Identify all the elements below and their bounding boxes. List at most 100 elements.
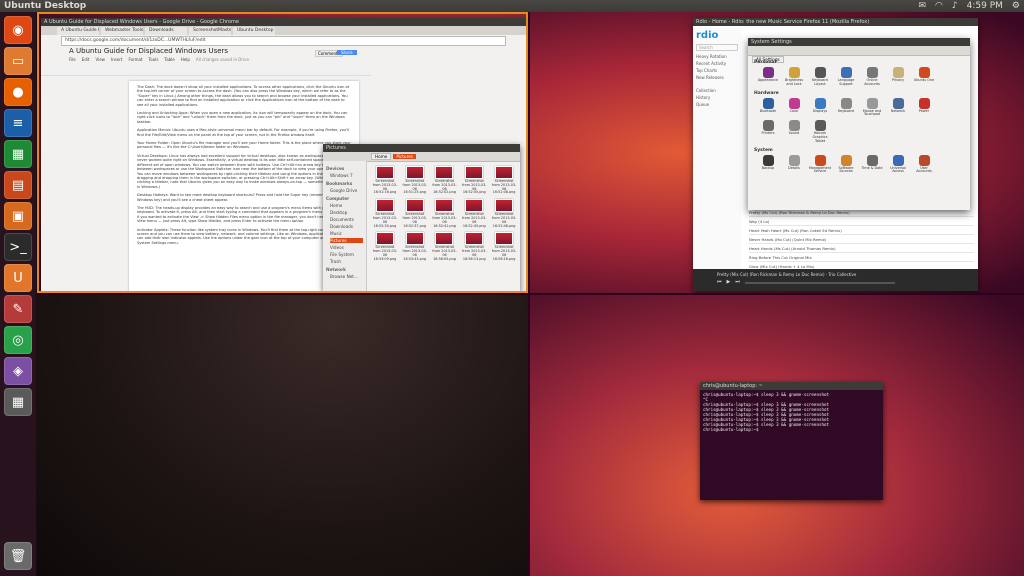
breadcrumb-pictures[interactable]: Pictures	[393, 154, 416, 159]
rdio-nav-item[interactable]: Heavy Rotation	[696, 54, 738, 59]
launcher-files-icon[interactable]: ▭	[4, 47, 32, 75]
file-item[interactable]: Screenshot from 2013-03-06 16:56:05.png	[431, 232, 459, 261]
launcher-ubuntu-one-icon[interactable]: U	[4, 264, 32, 292]
next-icon[interactable]: ⏭	[735, 279, 740, 285]
clock[interactable]: 4:59 PM	[967, 0, 1003, 12]
trash-icon[interactable]: 🗑	[4, 542, 32, 570]
track-row[interactable]: Never Hands (Mo Cut) (Quint Mix Remix)	[749, 235, 974, 244]
sidebar-item-file-system[interactable]: File System	[330, 252, 363, 257]
file-item[interactable]: Screenshot from 2013-03-06 16:53:43.png	[401, 232, 429, 261]
sidebar-item-browse-network[interactable]: Browse Net...	[330, 274, 363, 279]
launcher-libreoffice-calc-icon[interactable]: ▦	[4, 140, 32, 168]
settings-item[interactable]: Management Service	[808, 154, 832, 175]
settings-item[interactable]: Mouse and Touchpad	[860, 97, 884, 118]
file-item[interactable]: Screenshot from 2013-03-06 16:52:41.png	[431, 199, 459, 228]
browser-tab[interactable]: Ubuntu Desktop	[233, 27, 275, 35]
speaker-icon[interactable]: ♪	[952, 0, 958, 12]
previous-icon[interactable]: ⏮	[717, 279, 722, 285]
workspace-3[interactable]	[37, 295, 528, 576]
sidebar-item-documents[interactable]: Documents	[330, 217, 363, 222]
rdio-nav-item[interactable]: Top Charts	[696, 68, 738, 73]
settings-item[interactable]: User Accounts	[912, 154, 936, 175]
track-row[interactable]: Heart Hands (Ms Cut) (Arnold Thomas Remi…	[749, 244, 974, 253]
file-item[interactable]: Screenshot from 2013-03-06 16:56:16.png	[490, 232, 518, 261]
browser-tab[interactable]: Downloads	[145, 27, 187, 35]
settings-item[interactable]: Privacy	[886, 67, 910, 87]
launcher-libreoffice-writer-icon[interactable]: ≡	[4, 109, 32, 137]
track-row[interactable]: Way (4 Lo)	[749, 217, 974, 226]
file-manager-titlebar[interactable]: Pictures	[323, 144, 520, 152]
settings-item[interactable]: Printers	[756, 120, 780, 143]
envelope-icon[interactable]: ✉	[919, 0, 927, 12]
docs-toolbar[interactable]	[41, 67, 371, 76]
workspace-4[interactable]: chris@ubuntu-laptop: ~ chris@ubuntu-lapt…	[530, 295, 1024, 576]
browser-tab[interactable]: Webmaster Tools	[101, 27, 143, 35]
settings-item[interactable]: Wacom Graphics Tablet	[808, 120, 832, 143]
system-settings-window[interactable]: System Settings All Settings Personal Ap…	[748, 38, 970, 210]
file-item[interactable]: Screenshot from 2013-03-06 16:52:48.png	[490, 199, 518, 228]
rdio-nav-item[interactable]: Queue	[696, 102, 738, 107]
docs-menu-tools[interactable]: Tools	[149, 57, 159, 62]
file-item[interactable]: Screenshot from 2013-03-06 16:52:45.png	[460, 199, 488, 228]
settings-item[interactable]: Displays	[808, 97, 832, 118]
rdio-logo[interactable]: rdio	[696, 30, 738, 41]
settings-titlebar[interactable]: System Settings	[748, 38, 970, 46]
sidebar-item-music[interactable]: Music	[330, 231, 363, 236]
docs-menu-table[interactable]: Table	[164, 57, 174, 62]
settings-item[interactable]: Brightness and Lock	[782, 67, 806, 87]
sidebar-item-google-drive[interactable]: Google Drive	[330, 188, 363, 193]
sidebar-item-trash[interactable]: Trash	[330, 259, 363, 264]
launcher-dash-home-icon[interactable]: ◉	[4, 16, 32, 44]
sidebar-item-windows7[interactable]: Windows 7	[330, 173, 363, 178]
play-icon[interactable]: ▶	[727, 279, 731, 285]
sidebar-item-pictures[interactable]: Pictures	[330, 238, 363, 243]
browser-tab[interactable]: A Ubuntu Guide for Displaced	[57, 27, 99, 35]
settings-item[interactable]: Keyboard Layout	[808, 67, 832, 87]
settings-item[interactable]: Online Accounts	[860, 67, 884, 87]
rdio-titlebar[interactable]: Rdio - Home - Rdio: the new Music Servic…	[693, 18, 978, 26]
file-item[interactable]: Screenshot from 2013-03-06 16:52:05.png	[460, 166, 488, 195]
gear-icon[interactable]: ⚙	[1012, 0, 1020, 12]
launcher-system-settings-icon[interactable]: ✎	[4, 295, 32, 323]
rdio-nav-item[interactable]: History	[696, 95, 738, 100]
workspace-1[interactable]: A Ubuntu Guide for Displaced Windows Use…	[37, 12, 528, 293]
file-item[interactable]: Screenshot from 2013-03-06 16:53:09.png	[371, 232, 399, 261]
settings-item[interactable]: Ubuntu One	[912, 67, 936, 87]
workspace-2[interactable]: Rdio - Home - Rdio: the new Music Servic…	[530, 12, 1024, 293]
sidebar-item-home[interactable]: Home	[330, 203, 363, 208]
browser-tab[interactable]: ScreenshotMaster	[189, 27, 231, 35]
sidebar-item-desktop[interactable]: Desktop	[330, 210, 363, 215]
docs-menu-view[interactable]: View	[95, 57, 105, 62]
terminal-output[interactable]: chris@ubuntu-laptop:~$ sleep 3 && gnome-…	[700, 390, 883, 434]
docs-menu-help[interactable]: Help	[181, 57, 190, 62]
wifi-icon[interactable]: ◠	[935, 0, 943, 12]
settings-item[interactable]: Power	[912, 97, 936, 118]
settings-item[interactable]: Time & Date	[860, 154, 884, 175]
docs-menu-format[interactable]: Format	[128, 57, 142, 62]
settings-item[interactable]: Keyboard	[834, 97, 858, 118]
terminal-titlebar[interactable]: chris@ubuntu-laptop: ~	[700, 382, 883, 390]
file-item[interactable]: Screenshot from 2013-03-06 16:56:13.png	[460, 232, 488, 261]
settings-item[interactable]: Universal Access	[886, 154, 910, 175]
rdio-nav-item[interactable]: New Releases	[696, 75, 738, 80]
file-item[interactable]: Screenshot from 2013-03-06 16:52:02.png	[431, 166, 459, 195]
file-manager-window[interactable]: Pictures Home Pictures Devices Windows 7…	[323, 144, 520, 291]
launcher-firefox-icon[interactable]: ●	[4, 78, 32, 106]
docs-menu-file[interactable]: File	[69, 57, 76, 62]
rdio-nav-item[interactable]: Recent Activity	[696, 61, 738, 66]
docs-menu-edit[interactable]: Edit	[82, 57, 90, 62]
browser-titlebar[interactable]: A Ubuntu Guide for Displaced Windows Use…	[41, 18, 526, 26]
launcher-workspace-switcher-icon[interactable]: ▦	[4, 388, 32, 416]
rdio-search[interactable]: Search	[696, 44, 738, 51]
settings-item[interactable]: Bluetooth	[756, 97, 780, 118]
terminal-window[interactable]: chris@ubuntu-laptop: ~ chris@ubuntu-lapt…	[700, 382, 883, 500]
settings-item[interactable]: Backup	[756, 154, 780, 175]
sidebar-item-videos[interactable]: Videos	[330, 245, 363, 250]
rdio-nav-item[interactable]: Collection	[696, 88, 738, 93]
track-row[interactable]: Heart Yeah Heart (Ms Cut) (Ron Cakell Ed…	[749, 226, 974, 235]
launcher-terminal-icon[interactable]: >_	[4, 233, 32, 261]
breadcrumb-home[interactable]: Home	[371, 153, 392, 160]
share-button[interactable]: Share	[337, 50, 357, 55]
settings-item[interactable]: Language Support	[834, 67, 858, 87]
file-item[interactable]: Screenshot from 2013-03-06 16:51:25.png	[401, 166, 429, 195]
